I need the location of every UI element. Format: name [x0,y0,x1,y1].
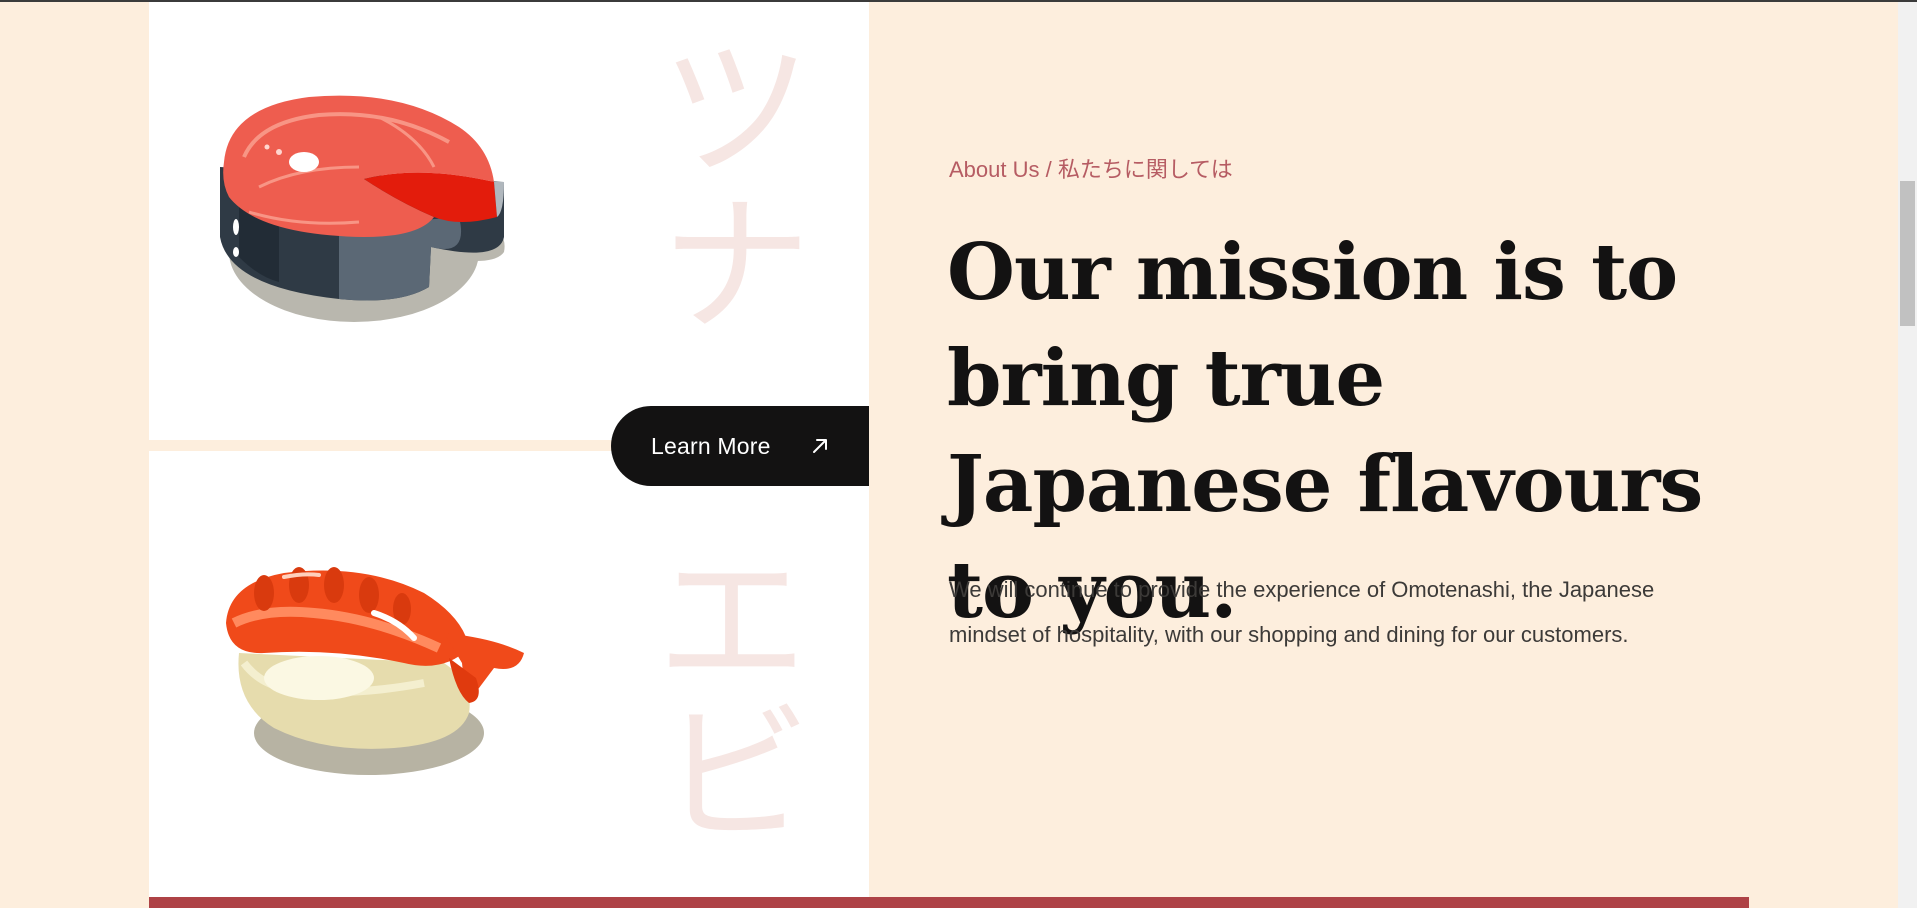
shrimp-card: エ ビ [149,451,869,908]
scrollbar-track[interactable] [1898,2,1917,908]
about-eyebrow: About Us / 私たちに関しては [949,157,1233,182]
scrollbar-thumb[interactable] [1900,181,1915,326]
arrow-up-right-icon [813,439,827,453]
learn-more-button[interactable]: Learn More [611,406,869,486]
learn-more-label: Learn More [651,432,771,459]
kana-e: エ [657,535,808,709]
tuna-card: ツ ナ [149,2,869,440]
kana-na: ナ [661,180,812,354]
kana-tsu: ツ [661,24,812,198]
footer-accent-bar [149,897,1749,908]
kana-bi: ビ [661,689,812,863]
shrimp-nigiri-illustration [226,567,524,775]
tuna-steak-illustration [220,95,505,322]
about-body: We will continue to provide the experien… [949,577,1655,647]
